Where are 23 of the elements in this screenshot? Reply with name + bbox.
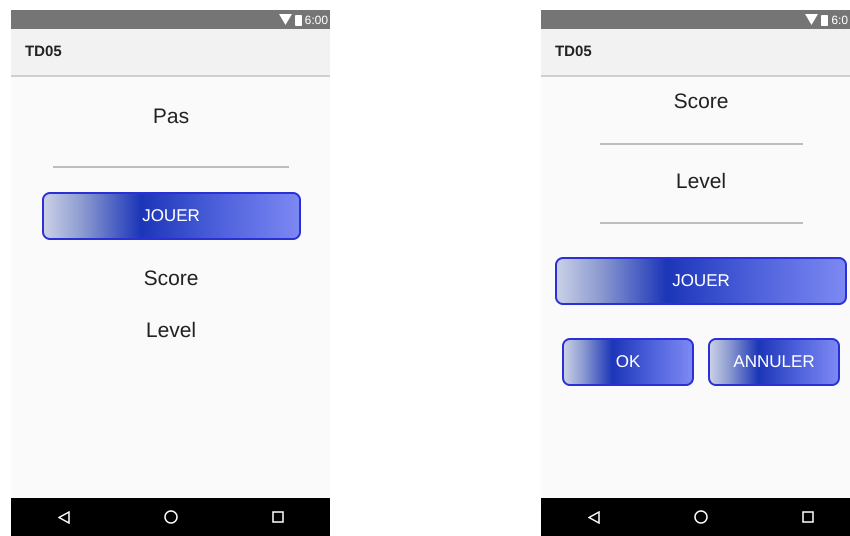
back-icon[interactable] [58, 510, 70, 524]
text-label: Pas [152, 104, 190, 130]
wifi-icon [278, 14, 292, 25]
text-label: Level [676, 169, 726, 195]
home-icon[interactable] [694, 510, 708, 524]
battery-icon [821, 14, 828, 26]
square-icon[interactable] [802, 511, 814, 523]
back-icon[interactable] [588, 510, 600, 524]
app-title: TD05 [25, 42, 62, 62]
play-button[interactable]: JOUER [42, 192, 300, 240]
text-label: Score [144, 266, 198, 292]
app-title: TD05 [555, 42, 592, 62]
status-time: 6:0 [831, 14, 848, 26]
home-icon[interactable] [164, 510, 178, 524]
play-button[interactable]: JOUER [555, 257, 847, 305]
battery-icon [294, 14, 302, 26]
square-icon[interactable] [272, 511, 284, 523]
text-label: Level [146, 318, 196, 344]
play-button[interactable]: ANNULER [708, 338, 840, 386]
text-label: Score [674, 89, 728, 115]
play-button[interactable]: OK [562, 338, 694, 386]
wifi-icon [805, 14, 818, 25]
status-time: 6:00 [304, 14, 328, 26]
